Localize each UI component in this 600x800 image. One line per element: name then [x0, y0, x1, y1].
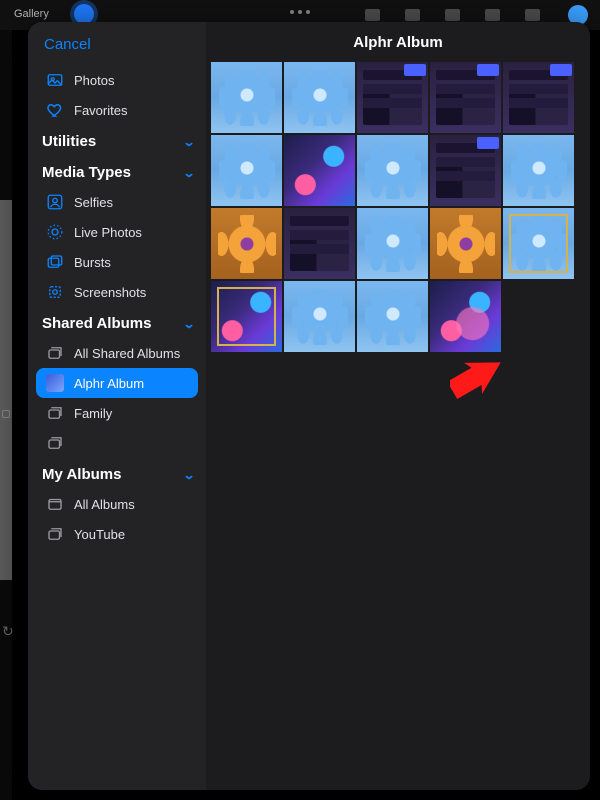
- photo-thumb[interactable]: [357, 281, 428, 352]
- undo-icon[interactable]: ↻: [2, 623, 14, 640]
- gallery-label[interactable]: Gallery: [14, 8, 49, 20]
- section-title: My Albums: [42, 466, 121, 483]
- sidebar-item-label: All Shared Albums: [74, 346, 180, 361]
- sidebar-item-blank[interactable]: [28, 428, 206, 458]
- person-square-icon: [46, 193, 64, 211]
- chevron-down-icon: ⌄: [182, 468, 195, 482]
- album-title: Alphr Album: [206, 22, 590, 61]
- photo-thumb[interactable]: [357, 62, 428, 133]
- toolbar-tool-icon: [445, 9, 460, 21]
- sidebar-item-screenshots[interactable]: Screenshots: [28, 277, 206, 307]
- photo-thumb[interactable]: [211, 62, 282, 133]
- sidebar-item-label: Favorites: [74, 103, 127, 118]
- photo-picker-panel: Cancel PhotosFavoritesUtilities⌄Media Ty…: [28, 22, 590, 790]
- livephoto-icon: [46, 223, 64, 241]
- sidebar-item-label: Family: [74, 406, 112, 421]
- edit-badge: [477, 64, 499, 76]
- sidebar-item-label: Alphr Album: [74, 376, 144, 391]
- heart-icon: [46, 101, 64, 119]
- sidebar-item-label: All Albums: [74, 497, 135, 512]
- album-icon: [46, 495, 64, 513]
- sidebar-item-favorites[interactable]: Favorites: [28, 95, 206, 125]
- photo-thumb[interactable]: [211, 281, 282, 352]
- toolbar-tool-icon: [405, 9, 420, 21]
- photo-thumb[interactable]: [503, 135, 574, 206]
- photo-thumb[interactable]: [357, 208, 428, 279]
- canvas-peek: [0, 200, 12, 580]
- sidebar-item-photos[interactable]: Photos: [28, 65, 206, 95]
- picker-sidebar: Cancel PhotosFavoritesUtilities⌄Media Ty…: [28, 22, 206, 790]
- sidebar-item-youtube[interactable]: YouTube: [28, 519, 206, 549]
- selection-box: [217, 287, 276, 346]
- app-frame: Gallery ↻ Cancel Photos Favorites Utilitie…: [0, 0, 600, 800]
- edit-badge: [477, 137, 499, 149]
- burst-icon: [46, 253, 64, 271]
- photo-thumb[interactable]: [357, 135, 428, 206]
- chevron-down-icon: ⌄: [182, 135, 195, 149]
- toolbar-tool-icon: [525, 9, 540, 21]
- annotation-arrow: [450, 358, 506, 400]
- cancel-button[interactable]: Cancel: [28, 32, 206, 65]
- sidebar-section-utilities[interactable]: Utilities ⌄: [28, 125, 206, 156]
- sidebar-section-shared-albums[interactable]: Shared Albums ⌄: [28, 307, 206, 338]
- sidebar-item-selfies[interactable]: Selfies: [28, 187, 206, 217]
- sidebar-item-label: Screenshots: [74, 285, 146, 300]
- sidebar-item-family[interactable]: Family: [28, 398, 206, 428]
- sidebar-item-allshared[interactable]: All Shared Albums: [28, 338, 206, 368]
- active-tab-indicator[interactable]: [74, 4, 94, 24]
- sidebar-section-media-types[interactable]: Media Types ⌄: [28, 156, 206, 187]
- section-title: Utilities: [42, 133, 96, 150]
- photo-thumb[interactable]: [284, 135, 355, 206]
- sidebar-item-label: Live Photos: [74, 225, 142, 240]
- chevron-down-icon: ⌄: [182, 166, 195, 180]
- stack-icon: [46, 525, 64, 543]
- sidebar-item-label: YouTube: [74, 527, 125, 542]
- photo-thumb[interactable]: [503, 208, 574, 279]
- photo-thumb[interactable]: [430, 281, 501, 352]
- photo-thumb[interactable]: [430, 135, 501, 206]
- sidebar-item-bursts[interactable]: Bursts: [28, 247, 206, 277]
- ellipsis-icon[interactable]: [290, 10, 310, 14]
- photo-thumb[interactable]: [430, 208, 501, 279]
- photo-grid: [206, 61, 590, 353]
- photo-thumb[interactable]: [211, 135, 282, 206]
- stack-icon: [46, 404, 64, 422]
- picker-content: Alphr Album: [206, 22, 590, 790]
- photo-thumb[interactable]: [284, 208, 355, 279]
- edit-badge: [404, 64, 426, 76]
- toolbar-tool-icon: [365, 9, 380, 21]
- photo-thumb[interactable]: [284, 281, 355, 352]
- photo-thumb[interactable]: [503, 62, 574, 133]
- photo-thumb[interactable]: [211, 208, 282, 279]
- sidebar-item-label: Photos: [74, 73, 114, 88]
- section-title: Media Types: [42, 164, 131, 181]
- stack-icon: [46, 344, 64, 362]
- photo-thumb[interactable]: [430, 62, 501, 133]
- sidebar-item-livephotos[interactable]: Live Photos: [28, 217, 206, 247]
- edit-badge: [550, 64, 572, 76]
- chevron-down-icon: ⌄: [182, 317, 195, 331]
- sidebar-item-alphr[interactable]: Alphr Album: [36, 368, 198, 398]
- bg-handle: [2, 410, 10, 418]
- sidebar-section-my-albums[interactable]: My Albums ⌄: [28, 458, 206, 489]
- selection-box: [509, 214, 568, 273]
- background-left-strip: [0, 30, 12, 800]
- photos-icon: [46, 71, 64, 89]
- thumb-icon: [46, 374, 64, 392]
- photo-thumb[interactable]: [284, 62, 355, 133]
- sidebar-item-allalbums[interactable]: All Albums: [28, 489, 206, 519]
- sidebar-item-label: Bursts: [74, 255, 111, 270]
- toolbar-tool-icon: [485, 9, 500, 21]
- section-title: Shared Albums: [42, 315, 151, 332]
- screenshot-icon: [46, 283, 64, 301]
- sidebar-item-label: Selfies: [74, 195, 113, 210]
- stack-icon: [46, 434, 64, 452]
